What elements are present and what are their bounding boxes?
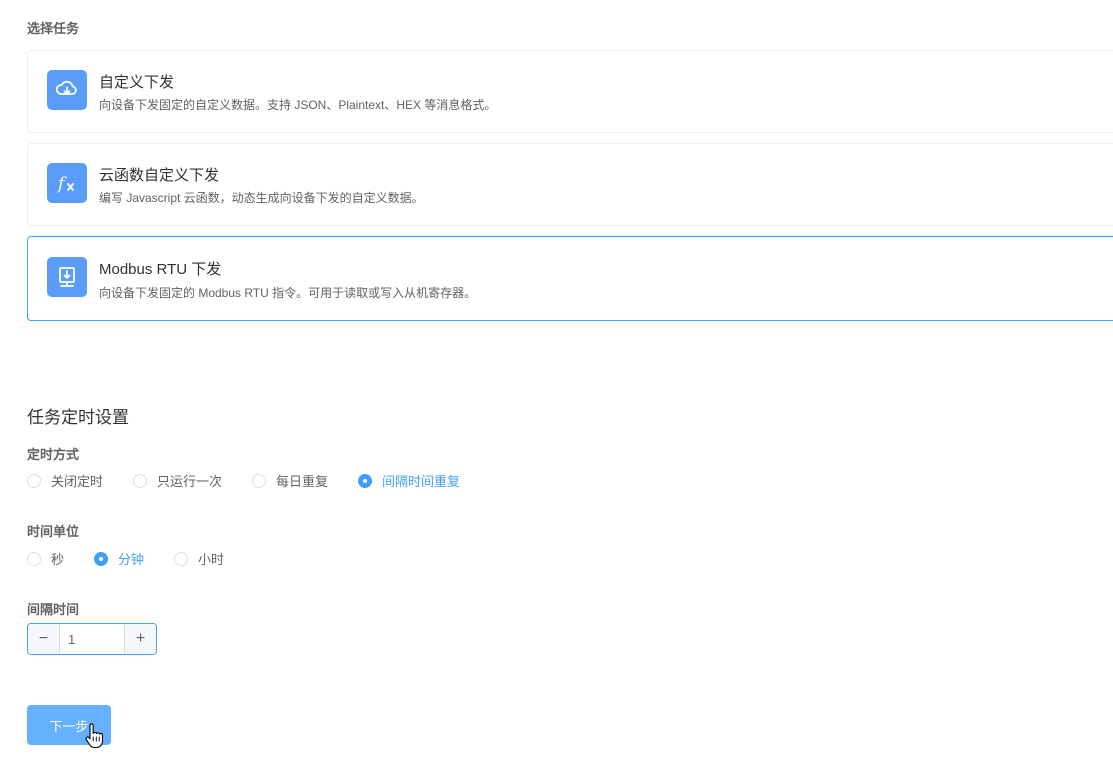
radio-interval-repeat[interactable]: 间隔时间重复 xyxy=(358,471,460,490)
radio-label: 小时 xyxy=(198,552,225,567)
task-card-modbus-rtu-downlink[interactable]: Modbus RTU 下发 向设备下发固定的 Modbus RTU 指令。可用于… xyxy=(27,236,1113,321)
function-fx-icon: f xyxy=(47,163,87,203)
svg-text:f: f xyxy=(56,174,67,194)
radio-seconds[interactable]: 秒 xyxy=(27,549,64,568)
timing-mode-label: 定时方式 xyxy=(27,447,80,462)
radio-label: 每日重复 xyxy=(276,474,329,489)
device-download-icon xyxy=(47,257,87,297)
radio-label: 只运行一次 xyxy=(157,474,223,489)
radio-circle[interactable] xyxy=(94,551,109,566)
radio-circle[interactable] xyxy=(174,551,189,566)
radio-circle[interactable] xyxy=(133,473,148,488)
radio-circle[interactable] xyxy=(27,473,41,488)
radio-label: 秒 xyxy=(51,552,65,567)
task-title: 自定义下发 xyxy=(99,74,175,91)
decrement-button[interactable]: − xyxy=(28,624,60,654)
radio-circle[interactable] xyxy=(27,551,41,566)
interval-input[interactable] xyxy=(60,624,124,654)
radio-label: 分钟 xyxy=(118,552,145,567)
interval-label: 间隔时间 xyxy=(27,602,80,617)
radio-timer-off[interactable]: 关闭定时 xyxy=(27,471,103,490)
task-config-page: 选择任务 自定义下发 向设备下发固定的自定义数据。支持 JSON、Plainte… xyxy=(0,0,1113,773)
task-card-cloud-function-downlink[interactable]: f 云函数自定义下发 编写 Javascript 云函数，动态生成向设备下发的自… xyxy=(27,143,1113,226)
radio-label: 关闭定时 xyxy=(51,474,104,489)
radio-circle[interactable] xyxy=(358,473,373,488)
radio-run-once[interactable]: 只运行一次 xyxy=(133,471,222,490)
task-desc: 向设备下发固定的 Modbus RTU 指令。可用于读取或写入从机寄存器。 xyxy=(99,286,477,300)
cloud-download-icon xyxy=(47,70,87,110)
radio-circle[interactable] xyxy=(252,473,267,488)
task-title: Modbus RTU 下发 xyxy=(99,261,222,278)
radio-hours[interactable]: 小时 xyxy=(174,549,224,568)
interval-stepper: − + xyxy=(27,623,157,655)
task-desc: 向设备下发固定的自定义数据。支持 JSON、Plaintext、HEX 等消息格… xyxy=(99,98,497,112)
timing-mode-radio-group: 关闭定时 只运行一次 每日重复 间隔时间重复 xyxy=(27,471,490,490)
task-card-custom-downlink[interactable]: 自定义下发 向设备下发固定的自定义数据。支持 JSON、Plaintext、HE… xyxy=(27,50,1113,133)
radio-daily-repeat[interactable]: 每日重复 xyxy=(252,471,328,490)
radio-minutes[interactable]: 分钟 xyxy=(94,549,144,568)
next-step-button[interactable]: 下一步 xyxy=(27,705,111,745)
select-task-label: 选择任务 xyxy=(27,21,80,36)
task-title: 云函数自定义下发 xyxy=(99,167,220,184)
radio-label: 间隔时间重复 xyxy=(382,474,461,489)
time-unit-label: 时间单位 xyxy=(27,524,80,539)
increment-button[interactable]: + xyxy=(124,624,156,654)
time-unit-radio-group: 秒 分钟 小时 xyxy=(27,549,254,568)
schedule-heading: 任务定时设置 xyxy=(27,408,129,427)
task-desc: 编写 Javascript 云函数，动态生成向设备下发的自定义数据。 xyxy=(99,191,424,205)
